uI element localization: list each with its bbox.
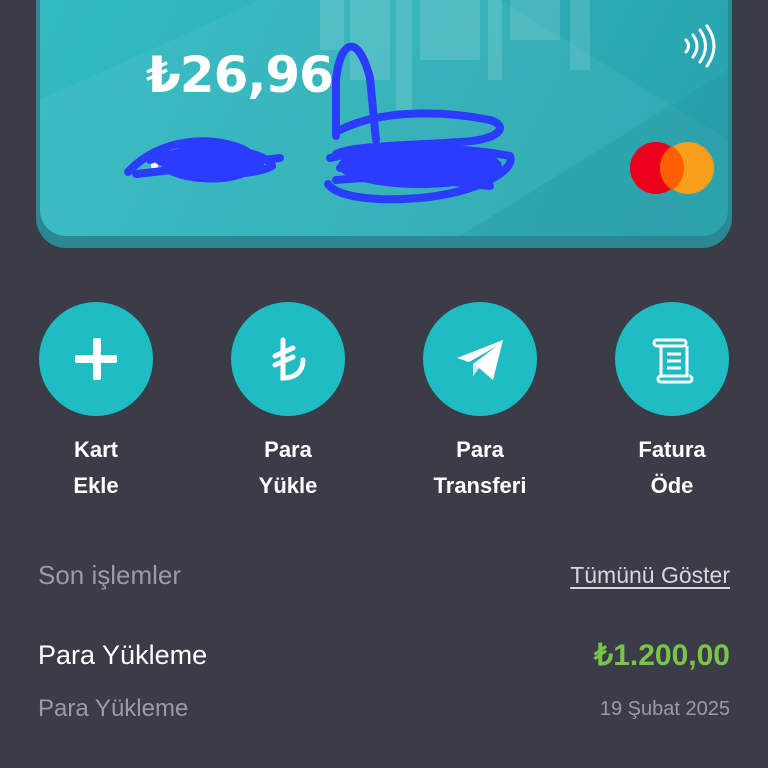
pay-bill-button[interactable]: Fatura Öde bbox=[597, 302, 747, 504]
load-money-circle[interactable] bbox=[231, 302, 345, 416]
pay-bill-circle[interactable] bbox=[615, 302, 729, 416]
contactless-icon bbox=[684, 24, 716, 68]
quick-actions: Kart Ekle Para Yükle Para Transferi Fatu… bbox=[0, 302, 768, 502]
transaction-date: 19 Şubat 2025 bbox=[599, 698, 730, 720]
lira-icon bbox=[272, 337, 306, 381]
add-card-label: Kart Ekle bbox=[73, 437, 119, 498]
money-transfer-label: Para Transferi bbox=[433, 437, 527, 498]
transaction-subtitle: Para Yükleme bbox=[38, 695, 189, 722]
load-money-label: Para Yükle bbox=[258, 437, 318, 498]
paper-plane-icon bbox=[457, 340, 503, 380]
money-transfer-circle[interactable] bbox=[423, 302, 537, 416]
receipt-icon bbox=[652, 338, 694, 384]
transaction-title: Para Yükleme bbox=[38, 640, 208, 670]
add-card-button[interactable]: Kart Ekle bbox=[21, 302, 171, 504]
add-card-circle[interactable] bbox=[39, 302, 153, 416]
load-money-button[interactable]: Para Yükle bbox=[213, 302, 363, 504]
recent-transactions-title: Son işlemler bbox=[38, 560, 182, 590]
wallet-screen: ₺26,96 •• bbox=[0, 0, 768, 768]
plus-icon bbox=[75, 338, 117, 380]
redaction-scribble bbox=[124, 42, 515, 204]
pay-bill-label: Fatura Öde bbox=[638, 437, 706, 498]
show-all-link[interactable]: Tümünü Göster bbox=[570, 562, 730, 589]
mastercard-logo bbox=[630, 142, 714, 194]
transaction-amount: ₺1.200,00 bbox=[594, 639, 730, 672]
payment-card[interactable]: ₺26,96 •• bbox=[40, 0, 728, 236]
money-transfer-button[interactable]: Para Transferi bbox=[405, 302, 555, 504]
